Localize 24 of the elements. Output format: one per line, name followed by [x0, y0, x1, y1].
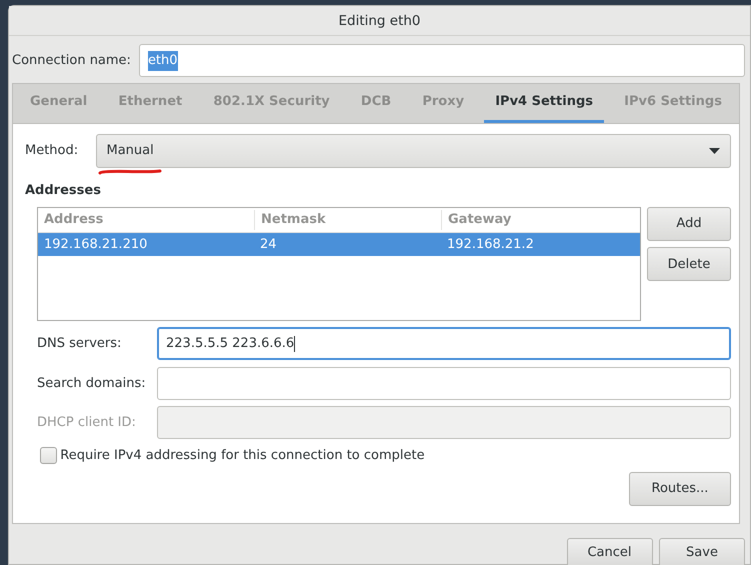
table-cell: 24 — [260, 236, 277, 252]
dialog-button[interactable]: Cancel — [566, 538, 652, 565]
field-label: DNS servers: — [37, 335, 122, 353]
text-field[interactable]: 223.5.5.5 223.6.6.6 — [157, 327, 731, 360]
column-header: Gateway — [441, 210, 640, 230]
checkbox-label: Require IPv4 addressing for this connection to complete — [60, 446, 425, 465]
table-cell: 192.168.21.210 — [44, 236, 148, 252]
column-header: Address — [43, 211, 104, 229]
dialog-title: Editing eth0 — [9, 6, 750, 36]
field-label: DHCP client ID: — [37, 414, 137, 432]
table-cell: 192.168.21.2 — [447, 236, 534, 252]
dropdown-arrow-icon — [709, 148, 720, 154]
table-action-button[interactable]: Add — [647, 206, 731, 241]
field-label: Method: — [25, 142, 80, 160]
checkbox[interactable] — [40, 447, 57, 464]
dialog-button[interactable]: Save — [659, 538, 745, 565]
column-header: Netmask — [254, 210, 441, 230]
section-heading: Addresses — [25, 182, 102, 200]
field-label: Search domains: — [37, 374, 147, 392]
text-field[interactable] — [157, 366, 731, 400]
routes-button[interactable]: Routes... — [629, 472, 731, 506]
table-action-button[interactable]: Delete — [647, 247, 731, 282]
method-dropdown[interactable]: Manual — [96, 134, 731, 168]
field-label: Connection name: — [12, 52, 131, 70]
